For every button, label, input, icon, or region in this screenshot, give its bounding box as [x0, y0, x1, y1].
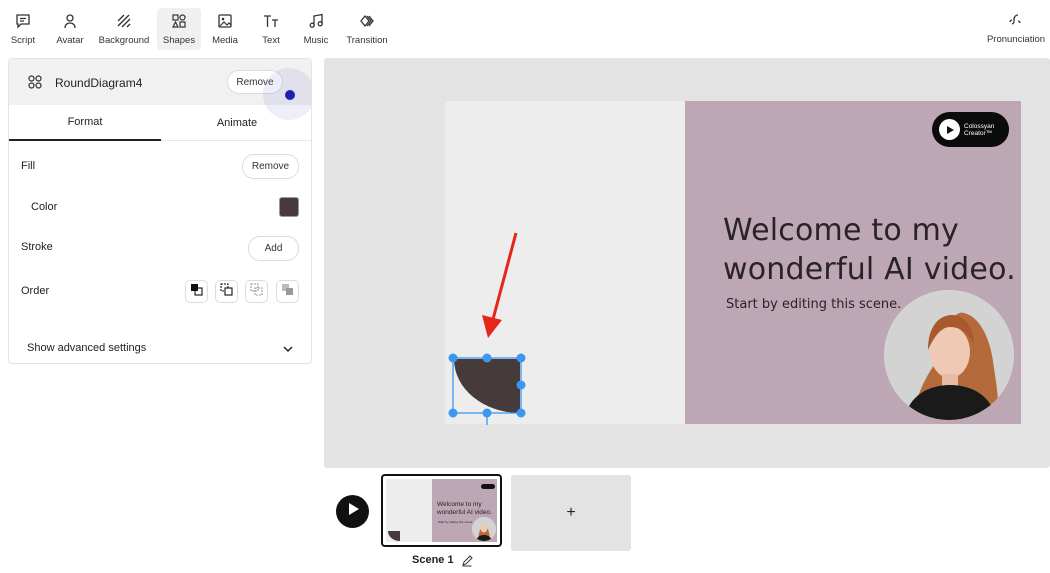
fill-remove-button[interactable]: Remove: [242, 154, 299, 179]
tab-format[interactable]: Format: [9, 105, 161, 141]
color-label: Color: [31, 201, 58, 213]
stroke-add-button[interactable]: Add: [248, 236, 299, 261]
top-toolbar: Script Avatar Background Shapes Media Te…: [0, 0, 1050, 56]
advanced-settings-toggle[interactable]: Show advanced settings: [27, 342, 297, 354]
shapes-icon: [170, 12, 188, 30]
slide-subtitle[interactable]: Start by editing this scene.: [726, 297, 901, 312]
pronunciation-label: Pronunciation: [986, 34, 1046, 45]
toolbar-media-label: Media: [212, 35, 238, 46]
bring-forward-icon: [220, 282, 233, 301]
fill-label: Fill: [21, 160, 36, 172]
send-backward-icon: [250, 282, 263, 301]
tab-animate[interactable]: Animate: [161, 105, 311, 141]
send-backward-button[interactable]: [245, 280, 268, 303]
thumb-shape: [388, 531, 400, 541]
bring-forward-button[interactable]: [215, 280, 238, 303]
toolbar-script-button[interactable]: Script: [4, 8, 42, 50]
add-scene-button[interactable]: +: [511, 475, 631, 551]
toolbar-music-button[interactable]: Music: [299, 8, 333, 50]
logo-line-2: Creator™: [964, 129, 993, 137]
stroke-label: Stroke: [21, 241, 53, 253]
toolbar-background-button[interactable]: Background: [96, 8, 152, 50]
logo-line-1: Colossyan: [964, 122, 995, 130]
send-to-back-icon: [281, 283, 294, 301]
thumb-avatar: [472, 517, 496, 541]
round-diagram-shape[interactable]: [445, 350, 535, 428]
chevron-down-icon[interactable]: [281, 342, 295, 356]
avatar-icon: [61, 12, 79, 30]
toolbar-transition-button[interactable]: Transition: [342, 8, 392, 50]
play-icon: [346, 502, 360, 521]
play-button[interactable]: [336, 495, 369, 528]
toolbar-avatar-button[interactable]: Avatar: [50, 8, 90, 50]
bring-to-front-icon: [190, 283, 203, 301]
colossyan-logo: Colossyan Creator™: [932, 112, 1009, 147]
headline-line-1: Welcome to my: [723, 213, 959, 248]
slide-headline[interactable]: Welcome to my wonderful AI video.: [723, 211, 1016, 289]
shapes-icon: [28, 75, 42, 89]
pronunciation-icon: [1007, 12, 1025, 30]
toolbar-music-label: Music: [303, 35, 329, 46]
color-swatch[interactable]: [279, 197, 299, 217]
presenter-avatar[interactable]: [884, 290, 1014, 420]
toolbar-text-button[interactable]: Text: [254, 8, 288, 50]
cursor-dot: [285, 90, 295, 100]
toolbar-shapes-label: Shapes: [162, 35, 196, 46]
logo-mark-icon: [939, 119, 960, 140]
bring-to-front-button[interactable]: [185, 280, 208, 303]
red-arrow-annotation: [482, 232, 518, 338]
thumb-subtitle: Start by editing this scene.: [438, 520, 474, 524]
toolbar-media-button[interactable]: Media: [207, 8, 243, 50]
transition-icon: [358, 12, 376, 30]
toolbar-script-label: Script: [10, 35, 36, 46]
toolbar-background-label: Background: [98, 35, 150, 46]
media-icon: [216, 12, 234, 30]
shape-format-panel: RoundDiagram4 Remove Format Animate Fill…: [8, 58, 312, 364]
scene-1-thumbnail[interactable]: Welcome to my wonderful AI video. Start b…: [381, 474, 502, 547]
pencil-icon[interactable]: [461, 554, 473, 567]
toolbar-shapes-button[interactable]: Shapes: [157, 8, 201, 50]
send-to-back-button[interactable]: [276, 280, 299, 303]
toolbar-avatar-label: Avatar: [56, 35, 84, 46]
text-icon: [262, 12, 280, 30]
shape-title: RoundDiagram4: [55, 76, 143, 90]
thumb-headline: Welcome to my wonderful AI video.: [437, 501, 492, 516]
pronunciation-button[interactable]: Pronunciation: [984, 10, 1048, 45]
order-label: Order: [21, 285, 50, 297]
music-icon: [307, 12, 325, 30]
script-icon: [14, 12, 32, 30]
toolbar-transition-label: Transition: [346, 35, 388, 46]
toolbar-text-label: Text: [262, 35, 280, 46]
background-icon: [115, 12, 133, 30]
format-tabs: Format Animate: [9, 105, 311, 141]
thumb-logo: [481, 484, 495, 489]
headline-line-2: wonderful AI video.: [723, 252, 1016, 287]
scene-label: Scene 1: [412, 554, 454, 566]
